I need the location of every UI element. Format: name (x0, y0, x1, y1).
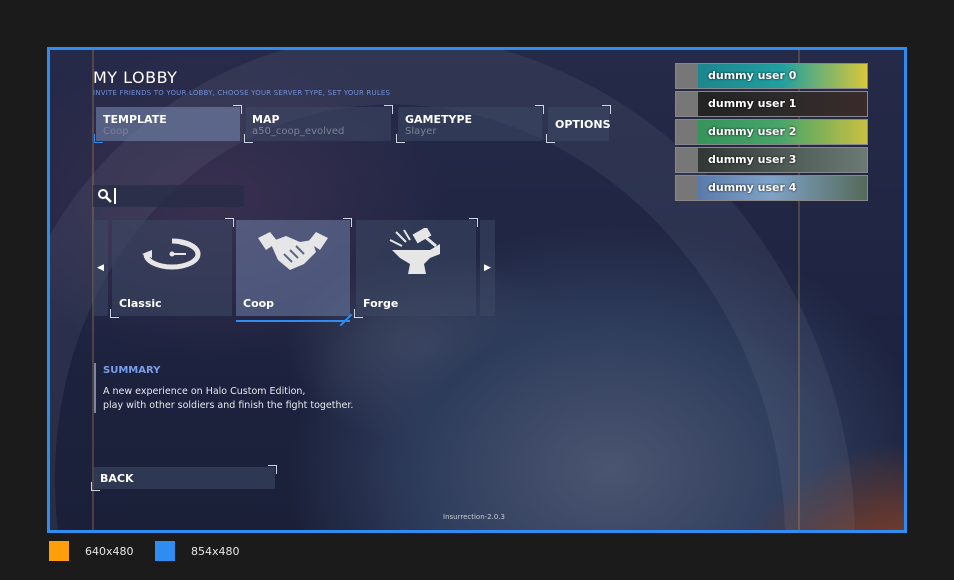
carousel-next-button[interactable]: ▶ (480, 220, 495, 316)
legend-label: 640x480 (85, 544, 134, 558)
corner-bracket (546, 134, 555, 143)
text-caret (114, 188, 116, 204)
lobby-viewport: MY LOBBY INVITE FRIENDS TO YOUR LOBBY, C… (47, 47, 907, 533)
player-avatar (676, 64, 698, 88)
player-avatar (676, 120, 698, 144)
page-subtitle: INVITE FRIENDS TO YOUR LOBBY, CHOOSE YOU… (93, 89, 391, 97)
resolution-legend-640: 640x480 (49, 541, 134, 561)
player-slot[interactable]: dummy user 3 (675, 147, 868, 173)
corner-bracket (110, 309, 119, 318)
carousel-prev-button[interactable]: ◀ (93, 220, 108, 316)
corner-bracket (268, 465, 277, 474)
player-name: dummy user 2 (708, 125, 797, 138)
legend-label: 854x480 (191, 544, 240, 558)
corner-bracket (384, 105, 393, 114)
tab-label: GAMETYPE (405, 113, 473, 126)
summary-line: A new experience on Halo Custom Edition, (103, 386, 306, 397)
card-label: Classic (119, 297, 162, 310)
tab-label: TEMPLATE (103, 113, 167, 126)
legend-swatch (155, 541, 175, 561)
version-label: Insurrection-2.0.3 (443, 513, 505, 521)
player-avatar (676, 92, 698, 116)
search-box[interactable] (93, 185, 244, 207)
tab-map[interactable]: MAP a50_coop_evolved (244, 105, 393, 143)
tab-label: MAP (252, 113, 280, 126)
halo-ring-icon (132, 228, 212, 282)
player-name: dummy user 0 (708, 69, 797, 82)
corner-bracket (94, 134, 103, 143)
player-slot[interactable]: dummy user 0 (675, 63, 868, 89)
card-label: Coop (243, 297, 275, 310)
corner-bracket (225, 218, 234, 227)
page-title: MY LOBBY (93, 68, 178, 87)
anvil-hammer-icon (386, 226, 446, 286)
card-label: Forge (363, 297, 399, 310)
summary-heading: SUMMARY (103, 365, 161, 376)
corner-bracket (535, 105, 544, 114)
tab-template[interactable]: TEMPLATE Coop (94, 105, 242, 143)
corner-bracket (91, 482, 100, 491)
player-avatar (676, 176, 698, 200)
selection-underline (236, 320, 350, 322)
tab-value: Coop (103, 126, 129, 137)
tab-value: a50_coop_evolved (252, 126, 345, 137)
resolution-legend-854: 854x480 (155, 541, 240, 561)
player-name: dummy user 4 (708, 181, 797, 194)
back-button[interactable]: BACK (91, 465, 277, 491)
player-slot[interactable]: dummy user 1 (675, 91, 868, 117)
template-card-coop[interactable]: Coop (236, 218, 353, 327)
player-name: dummy user 3 (708, 153, 797, 166)
tab-gametype[interactable]: GAMETYPE Slayer (396, 105, 544, 143)
corner-bracket (602, 105, 611, 114)
player-slot[interactable]: dummy user 2 (675, 119, 868, 145)
corner-bracket (354, 309, 363, 318)
summary-body: A new experience on Halo Custom Edition,… (103, 385, 353, 413)
corner-bracket (469, 218, 478, 227)
corner-bracket (233, 105, 242, 114)
player-slot[interactable]: dummy user 4 (675, 175, 868, 201)
tab-options[interactable]: OPTIONS (546, 105, 611, 143)
template-card-forge[interactable]: Forge (354, 218, 478, 318)
back-label: BACK (100, 472, 134, 485)
player-avatar (676, 148, 698, 172)
template-card-classic[interactable]: Classic (110, 218, 234, 318)
tab-value: Slayer (405, 126, 437, 137)
chevron-left-icon: ◀ (97, 263, 104, 273)
corner-bracket (244, 134, 253, 143)
summary-panel: SUMMARY A new experience on Halo Custom … (94, 363, 416, 413)
chevron-right-icon: ▶ (484, 263, 491, 273)
corner-bracket (396, 134, 405, 143)
summary-line: play with other soldiers and finish the … (103, 400, 354, 411)
handshake-icon (256, 228, 330, 280)
legend-swatch (49, 541, 69, 561)
player-name: dummy user 1 (708, 97, 797, 110)
tab-label: OPTIONS (555, 118, 611, 131)
search-input[interactable] (118, 187, 242, 207)
search-icon (97, 188, 113, 208)
corner-bracket (343, 218, 352, 227)
